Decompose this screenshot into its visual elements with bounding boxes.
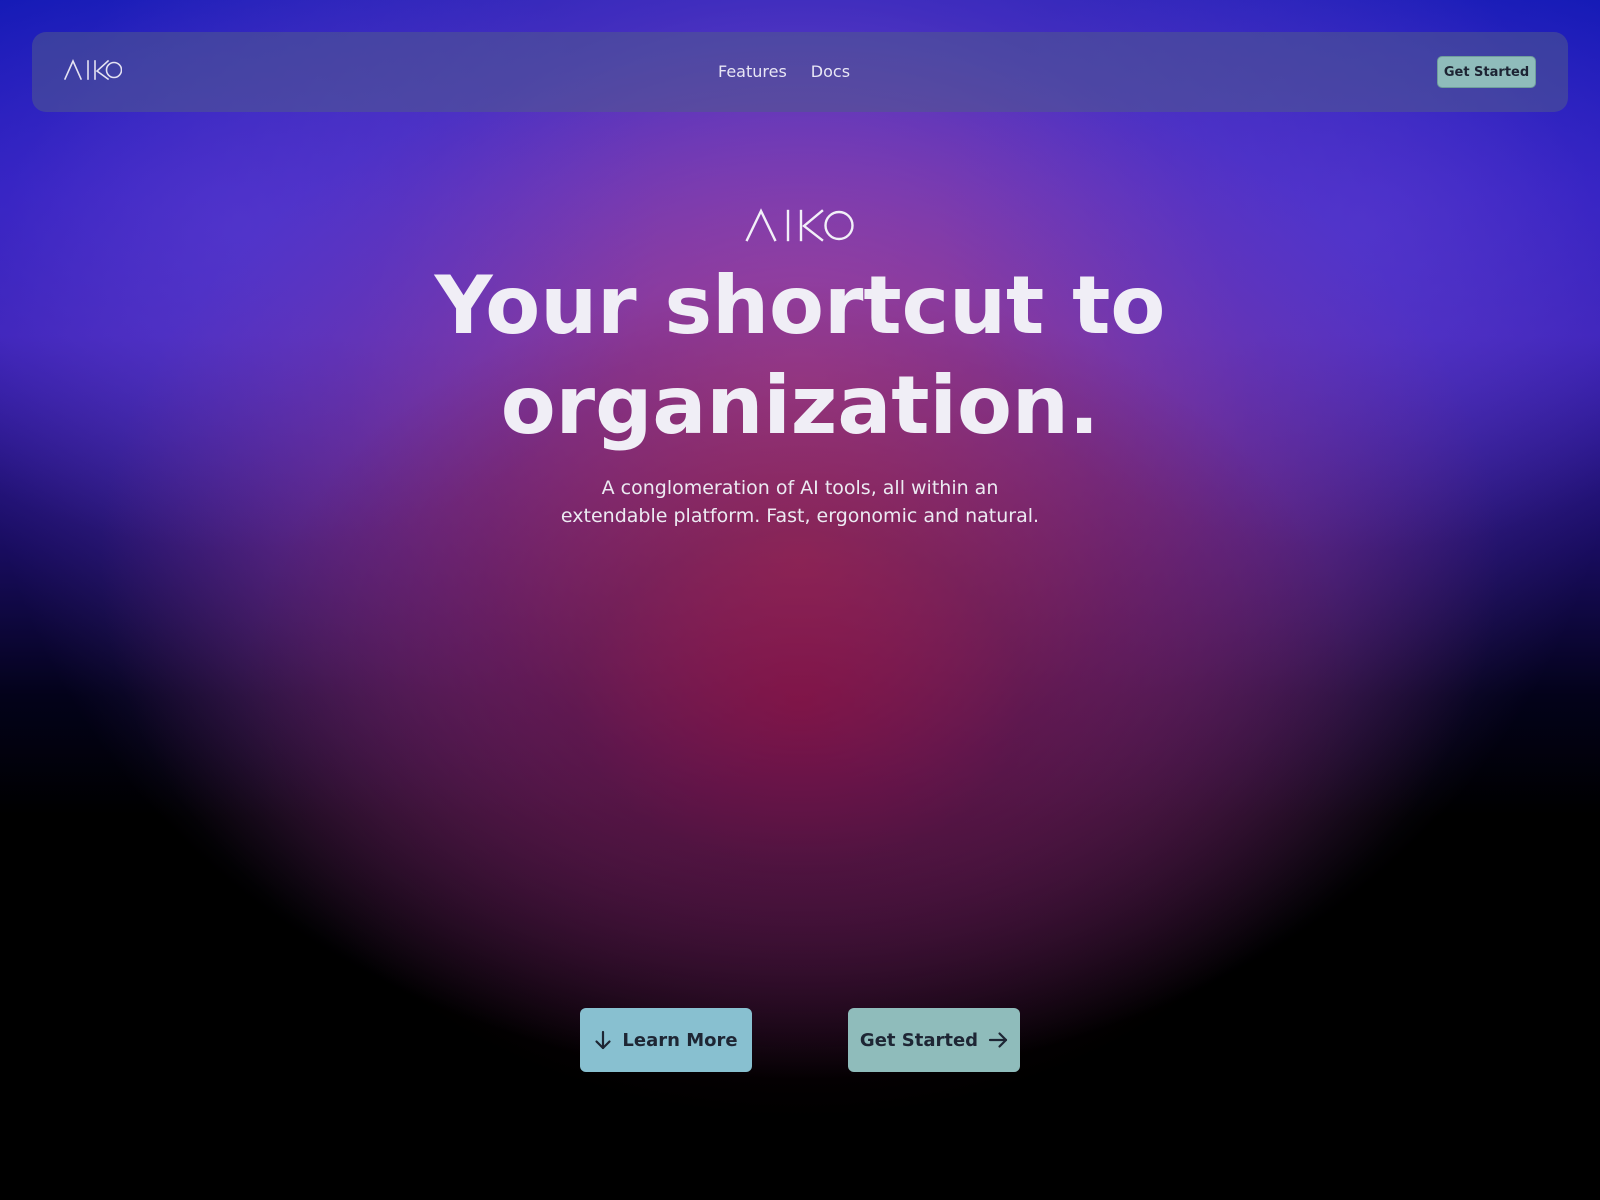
- nav-link-features[interactable]: Features: [718, 62, 787, 82]
- get-started-label: Get Started: [859, 1029, 979, 1051]
- arrow-down-icon: [595, 1030, 612, 1050]
- hero-title-line-1: Your shortcut to: [434, 259, 1166, 352]
- hero-title-line-2: organization.: [500, 359, 1100, 452]
- learn-more-label: Learn More: [622, 1029, 738, 1051]
- arrow-right-icon: [988, 1032, 1008, 1048]
- nav-links: Features Docs: [718, 62, 850, 82]
- background-gradient: [0, 0, 1600, 1200]
- nav-get-started-button[interactable]: Get Started: [1437, 56, 1536, 88]
- learn-more-button[interactable]: Learn More: [580, 1008, 752, 1072]
- hero-title: Your shortcut to organization.: [300, 256, 1300, 456]
- get-started-button[interactable]: Get Started: [848, 1008, 1020, 1072]
- hero-subtitle: A conglomeration of AI tools, all within…: [500, 474, 1100, 530]
- hero-subtitle-line-1: A conglomeration of AI tools, all within…: [601, 477, 999, 499]
- hero-aiko-logo: [745, 208, 854, 242]
- aiko-logo[interactable]: [64, 59, 122, 81]
- landing-page: Features Docs Get Started Your shortcut …: [0, 0, 1600, 1200]
- hero-subtitle-line-2: extendable platform. Fast, ergonomic and…: [560, 505, 1040, 527]
- nav-link-docs[interactable]: Docs: [811, 62, 850, 82]
